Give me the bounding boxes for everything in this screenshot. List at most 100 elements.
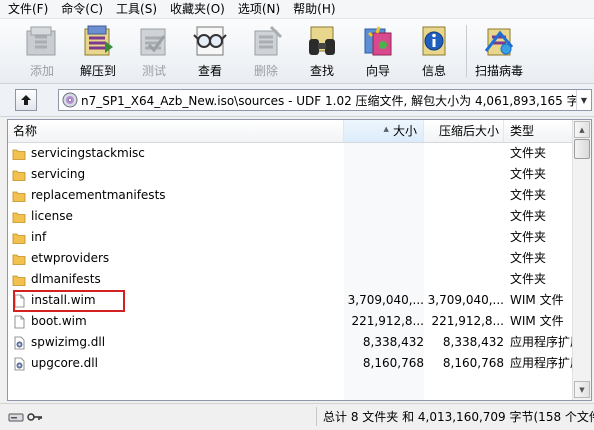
file-size — [344, 143, 424, 164]
file-type: 文件夹 — [510, 188, 547, 202]
address-field[interactable]: n7_SP1_X64_Azb_New.iso\sources - UDF 1.0… — [58, 89, 592, 111]
up-arrow-icon — [21, 95, 31, 105]
menu-item-3[interactable]: 收藏夹(O) — [162, 0, 230, 18]
toolbar-button-2[interactable]: 测试 — [126, 19, 182, 83]
folder-icon — [12, 231, 26, 245]
folder-icon — [12, 168, 26, 182]
test-archive-icon — [134, 22, 174, 60]
file-size: 8,338,432 — [362, 335, 424, 349]
folder-icon — [12, 210, 26, 224]
toolbar-button-label: 查找 — [309, 64, 334, 78]
file-list: 名称 ▲ 大小 压缩后大小 类型 servicingstackmisc 文件夹 se… — [7, 119, 592, 401]
file-type: 应用程序扩展 — [510, 335, 572, 349]
column-header-type[interactable]: 类型 — [504, 120, 572, 142]
wizard-icon — [358, 22, 398, 60]
table-row[interactable]: etwproviders 文件夹 — [8, 248, 572, 269]
file-icon — [12, 315, 26, 329]
virus-scan-icon — [479, 22, 519, 60]
file-size — [344, 164, 424, 185]
table-row[interactable]: inf 文件夹 — [8, 227, 572, 248]
column-header-name[interactable]: 名称 — [8, 120, 344, 142]
find-binoculars-icon — [302, 22, 342, 60]
file-name-cell: dlmanifests — [12, 269, 101, 290]
chevron-down-icon[interactable]: ▼ — [576, 90, 591, 110]
file-name-cell: boot.wim — [12, 311, 87, 332]
table-row[interactable]: boot.wim 221,912,8... 221,912,8... WIM 文件 — [8, 311, 572, 332]
column-header-packed[interactable]: 压缩后大小 — [424, 120, 504, 142]
file-name: upgcore.dll — [31, 356, 98, 370]
table-row[interactable]: dlmanifests 文件夹 — [8, 269, 572, 290]
table-row[interactable]: spwizimg.dll 8,338,432 8,338,432 应用程序扩展 — [8, 332, 572, 353]
dll-file-icon — [12, 336, 26, 350]
toolbar-button-1[interactable]: 解压到 — [70, 19, 126, 83]
file-packed-size — [424, 269, 504, 290]
file-size: 221,912,8... — [351, 314, 424, 328]
file-type: WIM 文件 — [510, 293, 564, 307]
delete-icon — [246, 22, 286, 60]
scroll-up-button[interactable]: ▲ — [574, 121, 590, 138]
toolbar-button-3[interactable]: 查看 — [182, 19, 238, 83]
file-packed-size: 221,912,8... — [431, 314, 504, 328]
file-type: 文件夹 — [510, 230, 547, 244]
column-header-size[interactable]: ▲ 大小 — [344, 120, 424, 142]
toolbar-button-8[interactable]: 扫描病毒 — [471, 19, 527, 83]
file-name-cell: etwproviders — [12, 248, 109, 269]
table-row[interactable]: upgcore.dll 8,160,768 8,160,768 应用程序扩展 — [8, 353, 572, 374]
file-type: 文件夹 — [510, 146, 547, 160]
file-type: 文件夹 — [510, 272, 547, 286]
toolbar-button-6[interactable]: 向导 — [350, 19, 406, 83]
status-divider — [316, 407, 317, 426]
sort-ascending-icon: ▲ — [383, 125, 389, 133]
file-name: boot.wim — [31, 314, 87, 328]
file-size — [344, 206, 424, 227]
drive-icon — [8, 413, 24, 422]
view-glasses-icon — [190, 22, 230, 60]
scroll-down-button[interactable]: ▼ — [574, 381, 590, 398]
file-size — [344, 185, 424, 206]
vertical-scrollbar[interactable]: ▲ ▼ — [572, 120, 591, 400]
file-packed-size — [424, 143, 504, 164]
menu-item-0[interactable]: 文件(F) — [0, 0, 53, 18]
table-row[interactable]: servicing 文件夹 — [8, 164, 572, 185]
file-size — [344, 248, 424, 269]
file-type: 文件夹 — [510, 251, 547, 265]
table-row[interactable]: license 文件夹 — [8, 206, 572, 227]
toolbar-button-label: 删除 — [253, 64, 278, 78]
file-name: spwizimg.dll — [31, 335, 106, 349]
file-packed-size: 8,338,432 — [442, 335, 504, 349]
toolbar-button-label: 向导 — [365, 64, 390, 78]
address-path: n7_SP1_X64_Azb_New.iso\sources - UDF 1.0… — [81, 93, 576, 108]
toolbar-button-0[interactable]: 添加 — [14, 19, 70, 83]
file-size: 8,160,768 — [362, 356, 424, 370]
up-folder-button[interactable] — [15, 89, 37, 111]
file-name-cell: servicingstackmisc — [12, 143, 145, 164]
status-icons — [8, 410, 48, 424]
menu-item-1[interactable]: 命令(C) — [53, 0, 108, 18]
address-bar: n7_SP1_X64_Azb_New.iso\sources - UDF 1.0… — [0, 84, 594, 117]
file-name: servicingstackmisc — [31, 146, 145, 160]
file-name-cell: spwizimg.dll — [12, 332, 105, 353]
info-icon — [414, 22, 454, 60]
scroll-thumb[interactable] — [574, 139, 590, 159]
table-row[interactable]: replacementmanifests 文件夹 — [8, 185, 572, 206]
toolbar-button-5[interactable]: 查找 — [294, 19, 350, 83]
toolbar-button-7[interactable]: 信息 — [406, 19, 462, 83]
menu-item-2[interactable]: 工具(S) — [108, 0, 162, 18]
file-packed-size: 8,160,768 — [442, 356, 504, 370]
file-packed-size — [424, 248, 504, 269]
file-packed-size: 3,709,040,... — [427, 293, 504, 307]
install-wim-highlight — [13, 290, 125, 312]
file-size: 3,709,040,... — [347, 293, 424, 307]
key-icon — [27, 413, 42, 421]
file-size — [344, 227, 424, 248]
toolbar-button-label: 测试 — [141, 64, 166, 78]
file-packed-size — [424, 185, 504, 206]
menu-item-4[interactable]: 选项(N) — [230, 0, 285, 18]
menu-item-5[interactable]: 帮助(H) — [285, 0, 340, 18]
file-name: replacementmanifests — [31, 188, 166, 202]
toolbar-button-4[interactable]: 删除 — [238, 19, 294, 83]
file-type: 文件夹 — [510, 209, 547, 223]
toolbar: 添加 解压到 测试 查看 删除 查找 向导 信息 扫描病毒 — [0, 19, 594, 84]
file-packed-size — [424, 164, 504, 185]
table-row[interactable]: servicingstackmisc 文件夹 — [8, 143, 572, 164]
